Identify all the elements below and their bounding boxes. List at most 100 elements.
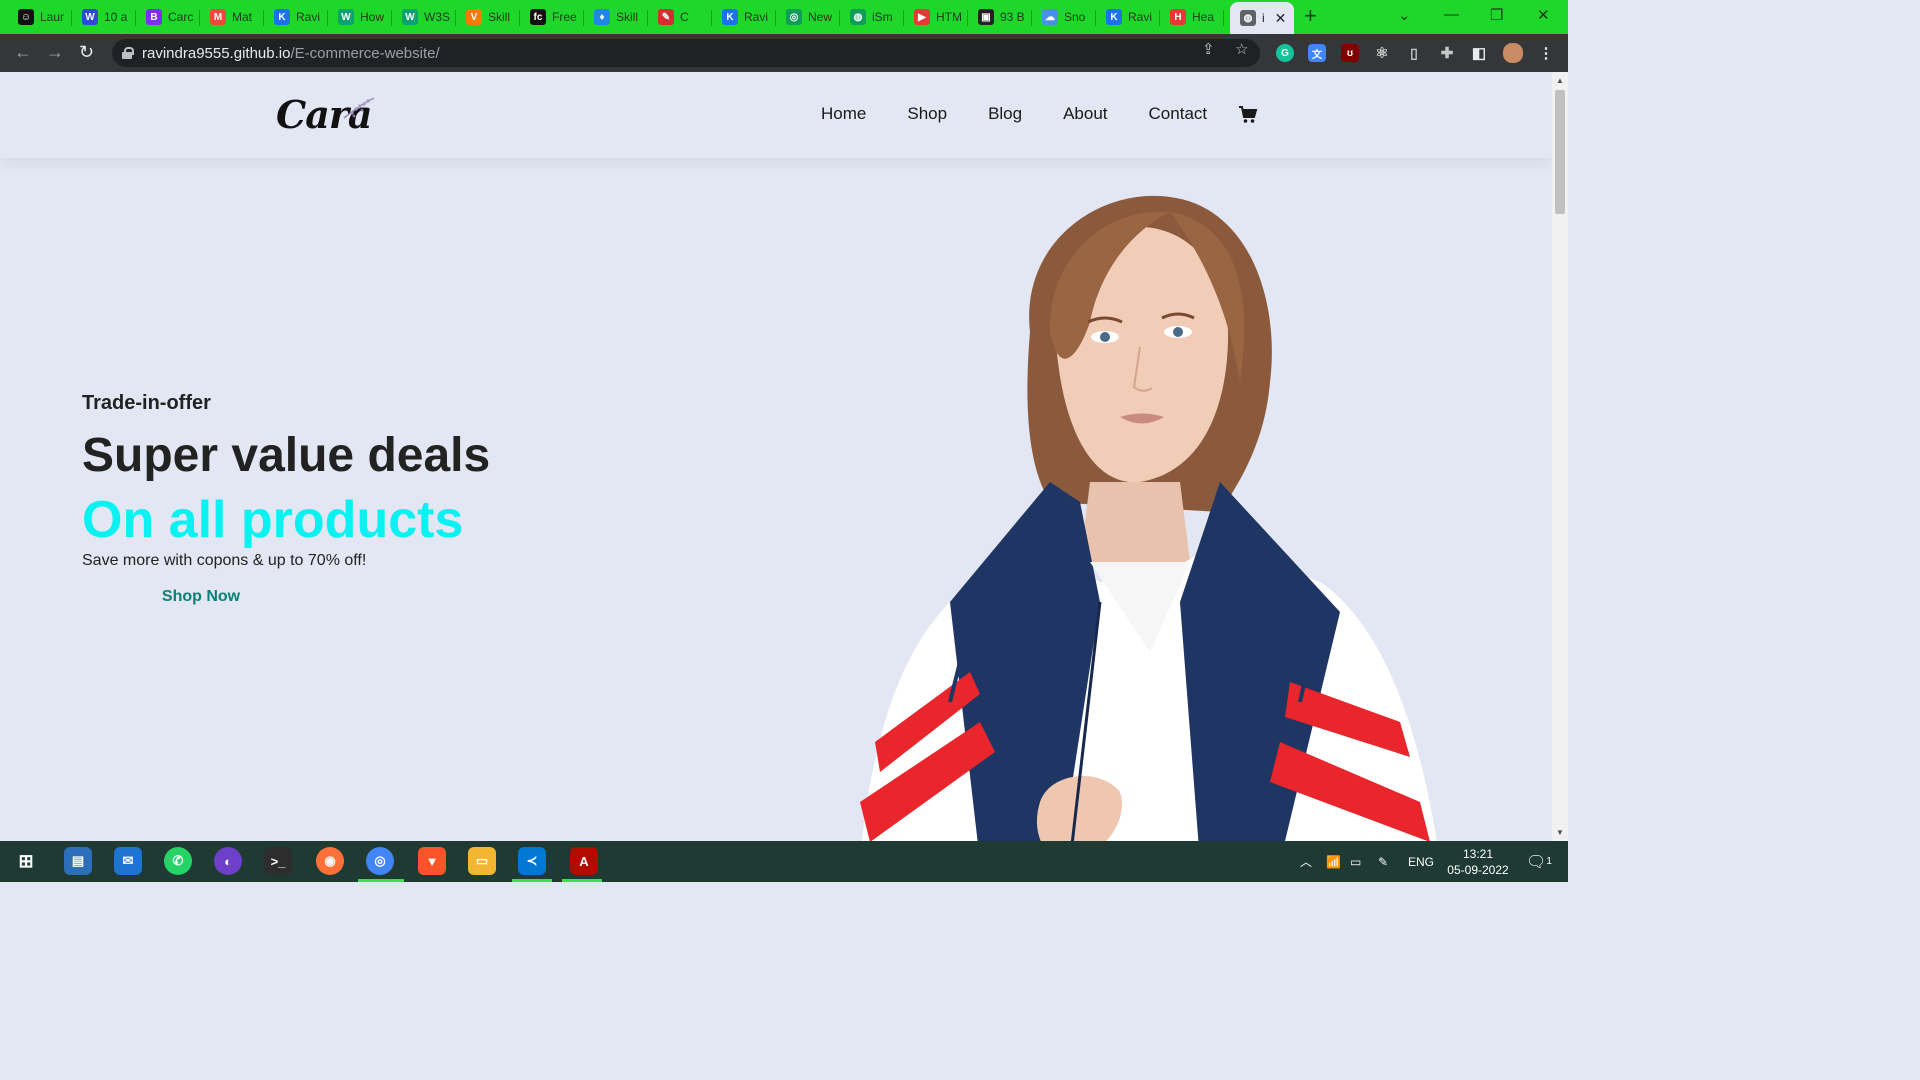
menu-kebab-icon[interactable]: ⋮ bbox=[1537, 44, 1555, 62]
address-bar[interactable]: ravindra9555.github.io/E-commerce-websit… bbox=[112, 39, 1260, 67]
chrome-active-indicator bbox=[358, 879, 404, 882]
hero-headline: Super value deals bbox=[82, 429, 491, 482]
react-devtools-icon[interactable]: ⚛ bbox=[1373, 44, 1391, 62]
tab-favicon-icon: K bbox=[722, 9, 738, 25]
tab-7[interactable]: W W3S bbox=[392, 4, 456, 30]
tab-label: HTM bbox=[936, 10, 962, 24]
notifications-icon[interactable]: 🗨 1 bbox=[1526, 841, 1552, 882]
nav-link-contact[interactable]: Contact bbox=[1149, 104, 1208, 124]
tab-favicon-icon: W bbox=[402, 9, 418, 25]
tab-favicon-icon: fc bbox=[530, 9, 546, 25]
tab-1[interactable]: ☺ Laur bbox=[8, 4, 72, 30]
tab-favicon-icon: W bbox=[338, 9, 354, 25]
close-window-button[interactable]: ✕ bbox=[1537, 6, 1550, 24]
battery-icon[interactable]: ▭ bbox=[1350, 841, 1361, 882]
tab-search-icon[interactable]: ⌄ bbox=[1398, 6, 1411, 24]
notification-count: 1 bbox=[1546, 856, 1552, 867]
terminal-icon[interactable]: >_ bbox=[264, 847, 292, 875]
task-view-icon[interactable]: ▤ bbox=[64, 847, 92, 875]
whatsapp-icon[interactable]: ✆ bbox=[164, 847, 192, 875]
tab-14[interactable]: ◍ iSm bbox=[840, 4, 904, 30]
tab-4[interactable]: M Mat bbox=[200, 4, 264, 30]
tab-label: New bbox=[808, 10, 833, 24]
restore-button[interactable]: ❐ bbox=[1490, 6, 1503, 24]
shop-now-button[interactable]: Shop Now bbox=[96, 576, 306, 618]
language-indicator[interactable]: ENG bbox=[1408, 841, 1434, 882]
nav-link-shop[interactable]: Shop bbox=[907, 104, 947, 124]
vscode-icon[interactable]: ≺ bbox=[518, 847, 546, 875]
share-icon[interactable]: ⇪ bbox=[1202, 40, 1215, 58]
tab-12[interactable]: K Ravi bbox=[712, 4, 776, 30]
firefox-icon[interactable]: ◉ bbox=[316, 847, 344, 875]
scroll-down-arrow-icon[interactable]: ▼ bbox=[1556, 828, 1564, 837]
tab-19[interactable]: H Hea bbox=[1160, 4, 1224, 30]
tab-5[interactable]: K Ravi bbox=[264, 4, 328, 30]
tab-favicon-icon: W bbox=[82, 9, 98, 25]
tab-favicon-icon: ✎ bbox=[658, 9, 674, 25]
tab-18[interactable]: K Ravi bbox=[1096, 4, 1160, 30]
tab-17[interactable]: ☁ Sno bbox=[1032, 4, 1096, 30]
lock-icon[interactable] bbox=[122, 47, 134, 59]
acrobat-icon[interactable]: A bbox=[570, 847, 598, 875]
grammarly-extension-icon[interactable]: G bbox=[1276, 44, 1294, 62]
tab-favicon-icon: B bbox=[146, 9, 162, 25]
chrome-icon[interactable]: ◎ bbox=[366, 847, 394, 875]
forward-button[interactable]: → bbox=[46, 42, 64, 62]
device-mode-icon[interactable]: ▯ bbox=[1405, 44, 1423, 62]
nav-link-about[interactable]: About bbox=[1063, 104, 1107, 124]
nav-link-home[interactable]: Home bbox=[821, 104, 866, 124]
tray-overflow-icon[interactable]: ︿ bbox=[1300, 841, 1312, 882]
scroll-up-arrow-icon[interactable]: ▲ bbox=[1556, 76, 1564, 85]
tab-label: iSm bbox=[872, 10, 893, 24]
tab-3[interactable]: B Carc bbox=[136, 4, 200, 30]
tab-favicon-icon: ♦ bbox=[594, 9, 610, 25]
tab-11[interactable]: ✎ C bbox=[648, 4, 712, 30]
tab-6[interactable]: W How bbox=[328, 4, 392, 30]
windows-start-icon[interactable]: ⊞ bbox=[12, 847, 40, 875]
tab-16[interactable]: ▣ 93 B bbox=[968, 4, 1032, 30]
browser-toolbar: ← → ↻ ravindra9555.github.io/E-commerce-… bbox=[0, 34, 1568, 72]
tab-15[interactable]: ▶ HTM bbox=[904, 4, 968, 30]
tab-active-label: i bbox=[1262, 11, 1265, 25]
tab-label: How bbox=[360, 10, 385, 24]
tab-13[interactable]: ◎ New bbox=[776, 4, 840, 30]
tab-label: Skill bbox=[488, 10, 511, 24]
bookmark-star-icon[interactable]: ☆ bbox=[1235, 40, 1248, 58]
shopping-cart-icon[interactable] bbox=[1238, 105, 1258, 125]
back-button[interactable]: ← bbox=[14, 42, 32, 62]
tab-label: Laur bbox=[40, 10, 65, 24]
mail-icon[interactable]: ✉ bbox=[114, 847, 142, 875]
profile-avatar[interactable] bbox=[1503, 43, 1523, 63]
extensions-puzzle-icon[interactable]: ✚ bbox=[1438, 44, 1456, 62]
hero-tagline: Save more with copons & up to 70% off! bbox=[82, 552, 367, 569]
reload-button[interactable]: ↻ bbox=[79, 42, 94, 62]
new-tab-button[interactable]: + bbox=[1304, 5, 1317, 27]
pen-icon[interactable]: ✎ bbox=[1378, 841, 1388, 882]
tab-label: Carc bbox=[168, 10, 194, 24]
globe-icon: ◍ bbox=[1240, 10, 1256, 26]
nav-link-blog[interactable]: Blog bbox=[988, 104, 1022, 124]
ublock-extension-icon[interactable]: ʊ bbox=[1341, 44, 1359, 62]
tab-9[interactable]: fc Free bbox=[520, 4, 584, 30]
github-desktop-icon[interactable]: ◐ bbox=[214, 847, 242, 875]
page-scrollbar[interactable]: ▲ ▼ bbox=[1552, 72, 1568, 841]
file-explorer-icon[interactable]: ▭ bbox=[468, 847, 496, 875]
tab-favicon-icon: M bbox=[210, 9, 226, 25]
close-tab-icon[interactable]: ✕ bbox=[1275, 10, 1287, 27]
tab-2[interactable]: W 10 a bbox=[72, 4, 136, 30]
tab-8[interactable]: V Skill bbox=[456, 4, 520, 30]
vscode-active-indicator bbox=[512, 879, 552, 882]
tab-label: Skill bbox=[616, 10, 639, 24]
side-panel-icon[interactable]: ◧ bbox=[1470, 44, 1488, 62]
shop-now-label: Shop Now bbox=[161, 588, 241, 605]
tab-10[interactable]: ♦ Skill bbox=[584, 4, 648, 30]
url-text[interactable]: ravindra9555.github.io/E-commerce-websit… bbox=[142, 45, 440, 62]
scrollbar-thumb[interactable] bbox=[1555, 90, 1565, 214]
wifi-icon[interactable]: 📶 bbox=[1326, 841, 1341, 882]
system-clock[interactable]: 13:21 05-09-2022 bbox=[1440, 846, 1516, 878]
translate-extension-icon[interactable]: 文 bbox=[1308, 44, 1326, 62]
brave-icon[interactable]: ▼ bbox=[418, 847, 446, 875]
tab-active[interactable]: ◍ i ✕ bbox=[1230, 2, 1294, 34]
tab-label: Ravi bbox=[1128, 10, 1153, 24]
minimize-button[interactable]: — bbox=[1444, 6, 1459, 23]
